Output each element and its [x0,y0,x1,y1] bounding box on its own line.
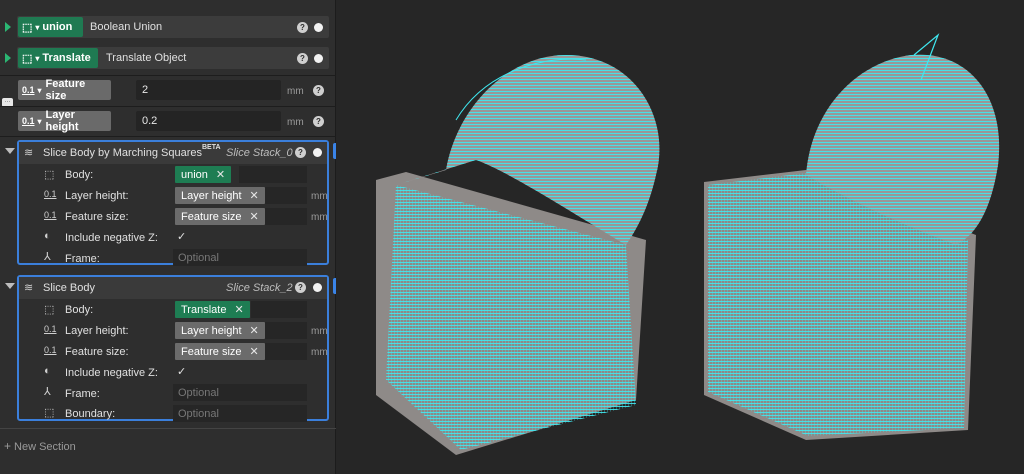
frame-input[interactable]: Optional [173,249,307,266]
remove-icon[interactable]: ✕ [234,303,243,316]
feature-size-tag[interactable]: Feature size ✕ [175,343,265,360]
body-tag[interactable]: Translate ✕ [175,301,250,318]
sliced-model-union[interactable] [376,55,660,455]
section-title: Slice Body [43,282,95,294]
remove-icon[interactable]: ✕ [216,168,225,181]
help-icon[interactable]: ? [297,53,308,64]
sliced-model-translate[interactable] [704,33,1000,440]
expand-arrow-icon[interactable] [5,22,11,32]
cube-icon: ⬚ [22,52,33,65]
viewport-canvas[interactable] [336,0,1024,474]
unit-label: mm [287,86,304,97]
expand-arrow-icon[interactable] [5,53,11,63]
feature-title: Boolean Union [90,21,163,33]
collapse-arrow-icon[interactable] [5,283,15,289]
plus-icon: + [4,439,12,453]
visibility-dot-icon[interactable] [314,23,323,32]
layer-height-tag[interactable]: Layer height ✕ [175,187,265,204]
cube-icon: ⬚ [22,21,33,34]
3d-viewport[interactable] [336,0,1024,474]
collapse-arrow-icon[interactable] [5,148,15,154]
feature-panel: ⬚ ▾ union Boolean Union ? ⬚ ▾ Translate … [0,0,349,474]
remove-icon[interactable]: ✕ [250,210,259,223]
visibility-dot-icon[interactable] [313,148,322,157]
axes-icon: ⅄ [44,386,51,398]
include-negative-z-checkbox[interactable]: ✓ [177,365,186,378]
cube-icon: ⬚ [44,169,55,181]
feature-size-tag[interactable]: Feature size ✕ [175,208,265,225]
help-icon[interactable]: ? [295,147,306,158]
layer-height-label: Layer height: [65,325,129,337]
unit-label: mm [311,212,328,223]
body-tag[interactable]: union ✕ [175,166,232,183]
cube-icon: ⬚ [44,304,55,316]
numeric-icon: 0.1 [22,116,35,126]
layers-icon: ≋ [24,147,34,159]
include-negative-z-label: Include negative Z: [65,367,158,379]
section-slice-body: ≋ Slice Body Slice Stack_2 ? ⬚ Body: Tra… [17,275,329,422]
chevron-down-icon: ▾ [37,116,42,126]
unit-label: mm [311,347,328,358]
include-negative-z-checkbox[interactable]: ✓ [177,230,186,243]
layer-height-tag[interactable]: Layer height ✕ [175,322,265,339]
feature-size-input[interactable]: 2 [136,80,281,100]
frame-label: Frame: [65,388,100,400]
chevron-down-icon: ▾ [35,53,40,63]
visibility-dot-icon[interactable] [314,54,323,63]
new-section-button[interactable]: + New Section [4,439,76,453]
layer-height-input[interactable]: 0.2 [136,111,281,131]
numeric-icon: 0.1 [22,85,35,95]
variable-row-layer-height[interactable]: 0.1 ▾ Layer height 0.2 mm ? [0,108,336,134]
axes-icon: ⅄ [44,251,51,263]
contrast-icon: ◐ [44,230,51,242]
translate-chip[interactable]: ⬚ ▾ Translate [18,48,98,68]
feature-size-label: Feature size: [65,211,129,223]
feature-title: Translate Object [106,52,187,64]
remove-icon[interactable]: ✕ [250,189,259,202]
visibility-dot-icon[interactable] [313,283,322,292]
layer-height-chip[interactable]: 0.1 ▾ Layer height [18,109,111,133]
variable-row-feature-size[interactable]: 0.1 ▾ Feature size 2 mm ? [0,77,336,103]
boundary-label: Boundary: [65,408,116,420]
numeric-icon: 0.1 [44,324,57,334]
feature-row-translate[interactable]: ⬚ ▾ Translate Translate Object ? [0,45,336,71]
union-chip[interactable]: ⬚ ▾ union [18,17,83,37]
numeric-icon: 0.1 [44,210,57,220]
cube-icon: ⬚ [44,407,55,419]
remove-icon[interactable]: ✕ [250,324,259,337]
include-negative-z-label: Include negative Z: [65,232,158,244]
remove-icon[interactable]: ✕ [250,345,259,358]
unit-label: mm [311,191,328,202]
frame-input[interactable]: Optional [173,384,307,401]
feature-size-label: Feature size: [65,346,129,358]
help-icon[interactable]: ? [295,282,306,293]
feature-size-chip[interactable]: 0.1 ▾ Feature size [18,78,111,102]
chevron-down-icon: ▾ [35,22,40,32]
unit-label: mm [287,117,304,128]
section-title: Slice Body by Marching Squares [43,147,202,159]
chevron-down-icon: ▾ [37,85,42,95]
contrast-icon: ◐ [44,365,51,377]
unit-label: mm [311,326,328,337]
numeric-icon: 0.1 [44,345,57,355]
beta-badge: BETA [202,144,221,151]
boundary-input[interactable]: Optional [173,405,307,422]
feature-row-union[interactable]: ⬚ ▾ union Boolean Union ? [0,14,336,40]
body-label: Body: [65,169,94,181]
help-icon[interactable]: ? [313,85,324,96]
body-label: Body: [65,304,94,316]
frame-label: Frame: [65,253,100,265]
layer-height-label: Layer height: [65,190,129,202]
layers-icon: ≋ [24,282,34,294]
help-icon[interactable]: ? [313,116,324,127]
section-slice-marching-squares: ≋ Slice Body by Marching Squares BETA Sl… [17,140,329,266]
numeric-icon: 0.1 [44,189,57,199]
output-name: Slice Stack_2 [226,282,293,294]
help-icon[interactable]: ? [297,22,308,33]
output-name: Slice Stack_0 [226,147,293,159]
